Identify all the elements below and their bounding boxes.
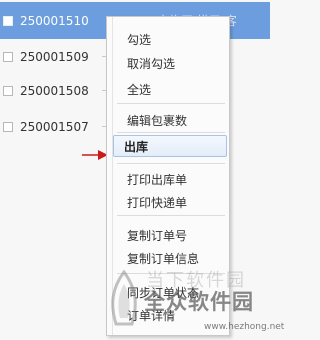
menu-gutter [112,17,113,335]
row-checkbox[interactable] [3,85,13,96]
row-checkbox[interactable] [3,51,13,62]
order-id: 250001509 [20,49,89,64]
order-id: 250001508 [20,83,89,98]
menu-separator [117,103,225,104]
row-checkbox[interactable] [3,121,13,132]
menu-item-order-details[interactable]: 订单详情 [127,307,175,324]
menu-separator [117,273,225,274]
menu-separator [117,132,225,133]
menu-item-edit-package-count[interactable]: 编辑包裹数 [127,112,187,129]
menu-separator [117,163,225,164]
menu-item-outbound[interactable]: 出库 [113,135,227,157]
menu-item-copy-order-number[interactable]: 复制订单号 [127,227,187,244]
menu-separator [117,215,225,216]
menu-item-uncheck[interactable]: 取消勾选 [127,55,175,72]
menu-item-select-all[interactable]: 全选 [127,81,151,98]
menu-item-print-express-slip[interactable]: 打印快递单 [127,194,187,211]
order-id: 250001507 [20,119,89,134]
menu-item-check[interactable]: 勾选 [127,31,151,48]
context-menu: 勾选 取消勾选 全选 编辑包裹数 出库 打印出库单 打印快递单 复制订单号 复制… [106,16,230,336]
row-checkbox[interactable] [3,15,13,26]
menu-item-print-outbound-slip[interactable]: 打印出库单 [127,171,187,188]
red-arrow-icon [82,150,108,160]
order-id: 250001510 [20,13,89,28]
menu-item-sync-order-status[interactable]: 同步订单状态 [127,284,199,301]
menu-item-copy-order-info[interactable]: 复制订单信息 [127,250,199,267]
